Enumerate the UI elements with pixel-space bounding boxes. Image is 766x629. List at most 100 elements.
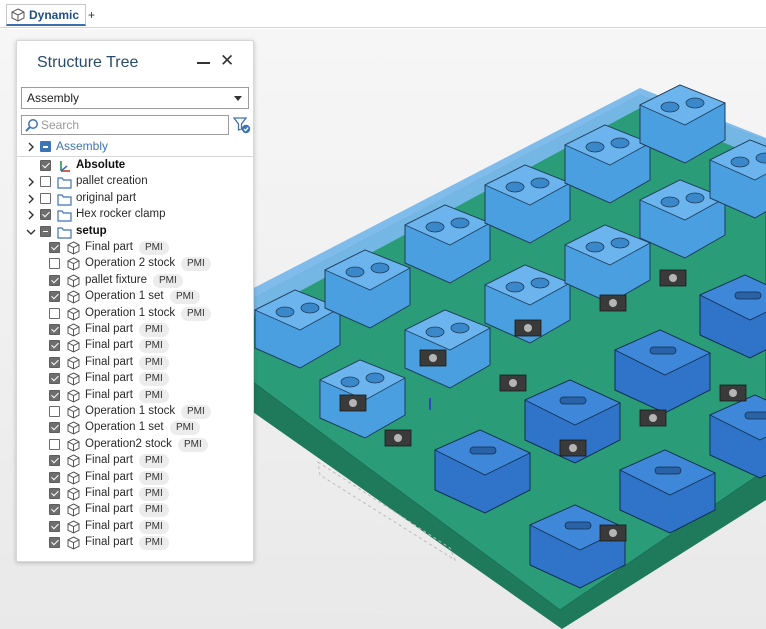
tree-checkbox[interactable] xyxy=(49,520,60,532)
dropdown-value: Assembly xyxy=(27,91,80,105)
pmi-badge[interactable]: PMI xyxy=(178,437,208,452)
tree-checkbox[interactable] xyxy=(40,225,51,237)
tree-row[interactable]: Final part PMI xyxy=(17,470,253,486)
pmi-badge[interactable]: PMI xyxy=(170,290,200,305)
tree-checkbox[interactable] xyxy=(49,389,60,401)
tree-row[interactable]: Final part PMI xyxy=(17,388,253,404)
root-label: Assembly xyxy=(56,139,109,153)
pmi-badge[interactable]: PMI xyxy=(139,388,169,403)
tree-row[interactable]: Final part PMI xyxy=(17,371,253,387)
tree-checkbox[interactable] xyxy=(49,307,60,319)
bore-hole xyxy=(505,181,525,193)
search-field[interactable] xyxy=(21,115,229,135)
tree-checkbox[interactable] xyxy=(49,242,60,253)
pmi-badge[interactable]: PMI xyxy=(139,339,169,354)
pmi-badge[interactable]: PMI xyxy=(181,405,211,419)
bore-hole xyxy=(530,177,550,189)
tree-row[interactable]: original part xyxy=(17,191,253,207)
close-icon[interactable]: ✕ xyxy=(220,52,234,70)
tree-checkbox[interactable] xyxy=(49,537,60,549)
bore-hole xyxy=(365,372,385,384)
pmi-badge[interactable]: PMI xyxy=(139,355,169,370)
document-tab-bar: Dynamic + xyxy=(0,0,766,28)
pmi-badge[interactable]: PMI xyxy=(139,487,169,501)
pmi-badge[interactable]: PMI xyxy=(139,323,169,337)
bore-hole xyxy=(300,302,320,314)
tree-row-label: Final part xyxy=(85,519,133,532)
tree-row-label: Final part xyxy=(85,536,133,549)
tree-row[interactable]: Final part PMI xyxy=(17,240,253,256)
tree-checkbox[interactable] xyxy=(49,324,60,335)
tree-row[interactable]: setup xyxy=(17,224,253,240)
tree-checkbox[interactable] xyxy=(40,209,51,221)
bore-hole xyxy=(585,241,605,253)
tree-checkbox[interactable] xyxy=(40,192,51,204)
bore-hole xyxy=(530,277,550,289)
slot-cutout xyxy=(654,466,682,475)
tree-checkbox[interactable] xyxy=(40,160,51,171)
tree-row[interactable]: Final part PMI xyxy=(17,453,253,469)
tree-checkbox[interactable] xyxy=(49,406,60,417)
pmi-badge[interactable]: PMI xyxy=(139,372,169,387)
pmi-badge[interactable]: PMI xyxy=(139,536,169,551)
pmi-badge[interactable]: PMI xyxy=(139,519,169,534)
tree-checkbox[interactable] xyxy=(49,258,60,270)
pmi-badge[interactable]: PMI xyxy=(170,421,200,436)
tree-row[interactable]: Operation 1 set PMI xyxy=(17,420,253,436)
tree-row[interactable]: Hex rocker clamp xyxy=(17,207,253,223)
part-icon xyxy=(67,339,80,353)
tree-checkbox[interactable] xyxy=(49,488,60,499)
tree-checkbox[interactable] xyxy=(49,291,60,303)
pmi-badge[interactable]: PMI xyxy=(181,306,211,321)
tree-row[interactable]: Absolute xyxy=(17,158,253,174)
tree-row[interactable]: Operation 1 stock PMI xyxy=(17,306,253,322)
tree-checkbox[interactable] xyxy=(49,504,60,516)
pmi-badge[interactable]: PMI xyxy=(139,454,169,469)
tree-root-assembly[interactable]: Assembly xyxy=(17,139,253,155)
tree-row[interactable]: Operation 2 stock PMI xyxy=(17,256,253,272)
chevron-right-icon[interactable] xyxy=(26,210,36,220)
filter-icon[interactable] xyxy=(233,116,251,134)
tree-row[interactable]: Operation2 stock PMI xyxy=(17,437,253,453)
tree-row[interactable]: Operation 1 set PMI xyxy=(17,289,253,305)
folder-icon xyxy=(57,194,72,206)
assembly-dropdown[interactable]: Assembly xyxy=(21,87,249,109)
pmi-badge[interactable]: PMI xyxy=(153,273,183,288)
part-icon xyxy=(67,257,80,271)
tree-checkbox[interactable] xyxy=(49,422,60,434)
tree-row[interactable]: pallet fixture PMI xyxy=(17,273,253,289)
tree-row[interactable]: Final part PMI xyxy=(17,502,253,518)
tree-checkbox[interactable] xyxy=(49,471,60,483)
pmi-badge[interactable]: PMI xyxy=(181,257,211,272)
tree-checkbox[interactable] xyxy=(49,274,60,286)
tree-checkbox[interactable] xyxy=(40,176,51,188)
tree-row[interactable]: Final part PMI xyxy=(17,519,253,535)
tree-checkbox[interactable] xyxy=(49,340,60,352)
pmi-badge[interactable]: PMI xyxy=(139,503,169,518)
tree-checkbox[interactable] xyxy=(49,373,60,385)
chevron-right-icon[interactable] xyxy=(26,142,36,152)
tree-row[interactable]: pallet creation xyxy=(17,174,253,190)
tree-row[interactable]: Final part PMI xyxy=(17,486,253,502)
tree-row[interactable]: Final part PMI xyxy=(17,338,253,354)
pmi-badge[interactable]: PMI xyxy=(139,470,169,485)
pmi-badge[interactable]: PMI xyxy=(139,241,169,255)
chevron-right-icon[interactable] xyxy=(26,194,36,204)
part-icon xyxy=(67,421,80,435)
root-checkbox[interactable] xyxy=(40,141,51,152)
search-input[interactable] xyxy=(41,117,221,133)
tree-checkbox[interactable] xyxy=(49,438,60,450)
chevron-down-icon[interactable] xyxy=(26,227,36,237)
tree-row[interactable]: Final part PMI xyxy=(17,535,253,551)
chevron-right-icon[interactable] xyxy=(26,177,36,187)
bore-hole xyxy=(660,196,680,208)
tree-row[interactable]: Operation 1 stock PMI xyxy=(17,404,253,420)
tab-dynamic[interactable]: Dynamic xyxy=(6,4,87,26)
minimize-icon[interactable] xyxy=(197,53,211,71)
tree-checkbox[interactable] xyxy=(49,356,60,368)
tree-row[interactable]: Final part PMI xyxy=(17,322,253,338)
tree-checkbox[interactable] xyxy=(49,455,60,467)
tree-row[interactable]: Final part PMI xyxy=(17,355,253,371)
add-tab-button[interactable]: + xyxy=(88,8,95,22)
bore-hole xyxy=(340,376,360,388)
